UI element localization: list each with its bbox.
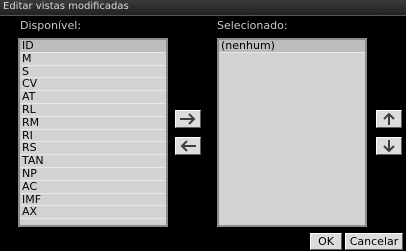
edit-modified-views-dialog: Editar vistas modificadas Disponível: Se…	[0, 0, 406, 251]
list-item[interactable]: RM	[20, 116, 166, 130]
list-item[interactable]: S	[20, 65, 166, 79]
list-item[interactable]: NP	[20, 168, 166, 181]
list-item[interactable]: TAN	[20, 155, 166, 168]
list-item[interactable]: AC	[20, 180, 166, 194]
arrow-left-icon	[180, 140, 196, 152]
list-item[interactable]: AT	[20, 91, 166, 104]
add-button[interactable]	[175, 110, 201, 128]
move-up-button[interactable]	[376, 110, 402, 128]
selected-label: Selecionado:	[217, 19, 288, 32]
list-item[interactable]: RI	[20, 129, 166, 143]
title-bar: Editar vistas modificadas	[0, 0, 406, 16]
cancel-button[interactable]: Cancelar	[345, 233, 403, 250]
arrow-right-icon	[180, 113, 196, 125]
ok-button[interactable]: OK	[310, 233, 342, 250]
arrow-up-icon	[383, 112, 395, 125]
list-item[interactable]: (nenhum)	[219, 40, 365, 53]
available-label: Disponível:	[20, 19, 82, 32]
selected-list[interactable]: (nenhum)	[217, 38, 367, 227]
list-item[interactable]: CV	[20, 78, 166, 92]
move-down-button[interactable]	[376, 137, 402, 155]
list-item[interactable]: ID	[20, 40, 166, 53]
arrow-down-icon	[383, 140, 395, 153]
list-item[interactable]: IMF	[20, 193, 166, 207]
available-list[interactable]: ID M S CV AT RL RM RI RS TAN NP AC IMF AX	[18, 38, 168, 227]
list-item[interactable]: M	[20, 52, 166, 66]
remove-button[interactable]	[175, 137, 201, 155]
list-item[interactable]: RL	[20, 104, 166, 117]
list-item[interactable]: AX	[20, 206, 166, 220]
window-title: Editar vistas modificadas	[3, 1, 129, 12]
